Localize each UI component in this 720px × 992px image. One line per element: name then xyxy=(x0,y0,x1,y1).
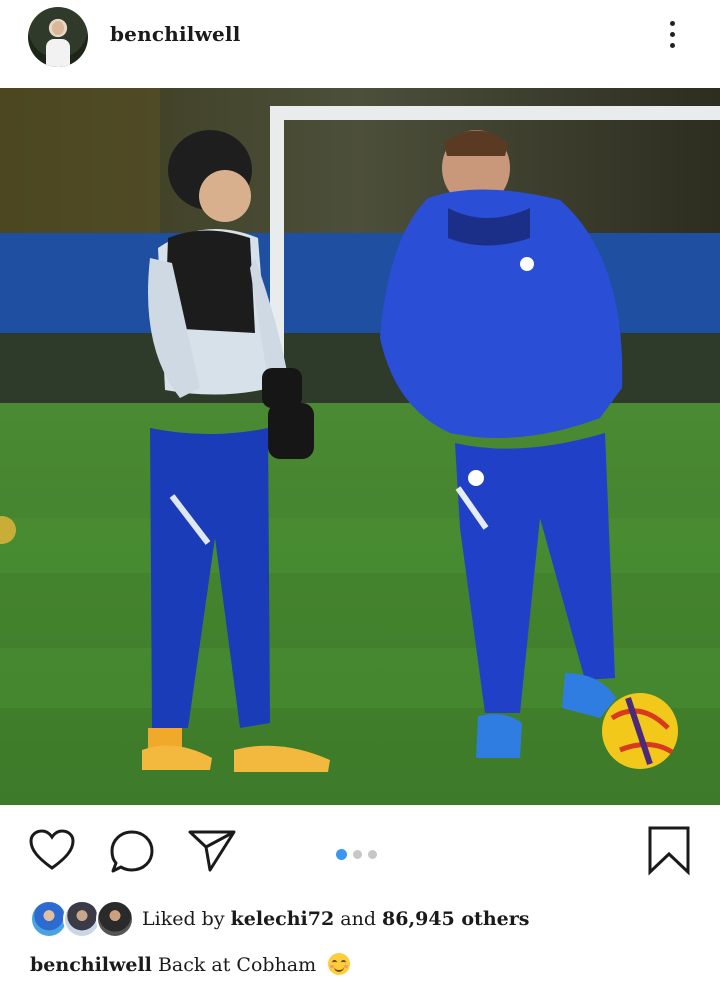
caption-text: Back at Cobham xyxy=(157,954,317,976)
more-vertical-icon[interactable] xyxy=(662,18,682,54)
likes-row: Liked by kelechi72 and 86,945 others xyxy=(30,900,710,940)
send-icon[interactable] xyxy=(186,828,238,878)
likes-joiner: and xyxy=(340,908,376,930)
smiling-face-emoji xyxy=(328,953,351,975)
caption-username[interactable]: benchilwell xyxy=(30,954,152,976)
photo-illustration xyxy=(0,88,720,805)
avatar-head xyxy=(52,21,64,35)
carousel-dot-1 xyxy=(336,849,347,860)
avatar-shirt xyxy=(46,39,70,67)
likes-summary[interactable]: Liked by kelechi72 and 86,945 others xyxy=(142,908,529,930)
post-username[interactable]: benchilwell xyxy=(110,22,241,46)
likes-count[interactable]: 86,945 others xyxy=(382,908,529,930)
carousel-indicator xyxy=(336,844,383,860)
carousel-dot-2 xyxy=(353,850,362,859)
carousel-dot-3 xyxy=(368,850,377,859)
profile-avatar[interactable] xyxy=(28,7,88,67)
likes-prefix: Liked by xyxy=(142,908,225,930)
post-photo[interactable] xyxy=(0,88,720,805)
post-caption: benchilwell Back at Cobham xyxy=(30,953,351,976)
liker-avatar xyxy=(96,900,134,938)
liker-username[interactable]: kelechi72 xyxy=(231,908,335,930)
comment-icon[interactable] xyxy=(108,828,156,880)
bookmark-icon[interactable] xyxy=(646,824,692,880)
post-header: benchilwell xyxy=(0,0,720,88)
heart-icon[interactable] xyxy=(28,828,76,876)
post-actions xyxy=(0,820,720,880)
